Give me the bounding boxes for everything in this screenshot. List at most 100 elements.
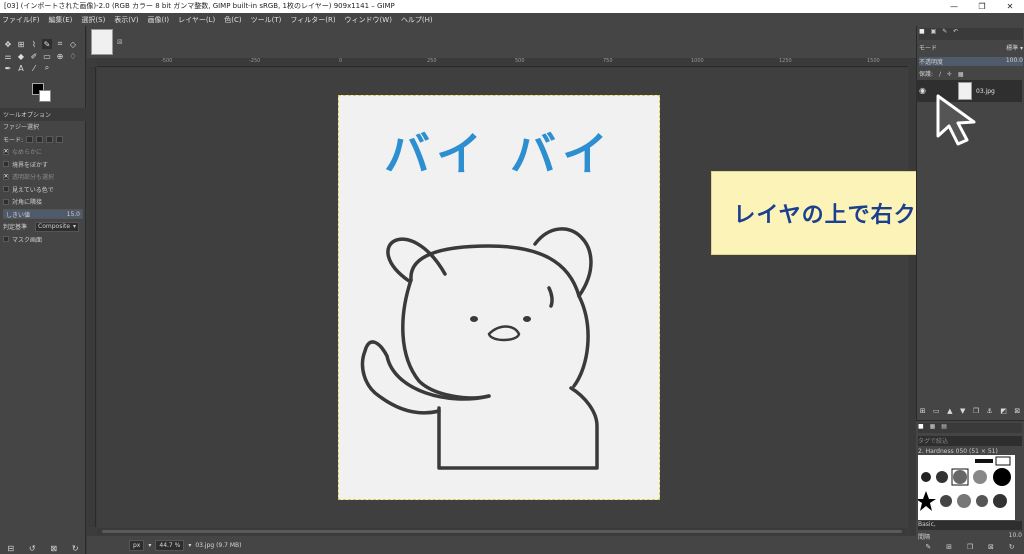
edit-brush-icon[interactable]: ✎ [925,543,931,551]
mode-subtract-icon[interactable] [46,135,54,143]
brush-grid[interactable] [916,455,1015,520]
menu-colors[interactable]: 色(C) [224,15,241,25]
menu-help[interactable]: ヘルプ(H) [401,15,433,25]
menu-filters[interactable]: フィルター(R) [290,15,335,25]
fonts-tab-icon[interactable]: ▤ [941,423,947,430]
new-brush-icon[interactable]: ⊞ [946,543,952,551]
bucket-fill-icon[interactable]: ◆ [16,51,26,61]
menu-layer[interactable]: レイヤー(L) [178,15,215,25]
chevron-down-icon[interactable]: ▾ [148,542,151,549]
brush-preset-select[interactable]: Basic, [918,521,1022,530]
paths-tab-icon[interactable]: ✎ [942,28,947,35]
minimize-button[interactable]: — [940,0,968,13]
delete-layer-icon[interactable]: ⊠ [1014,407,1020,415]
option-feather[interactable]: 境界をぼかす [0,158,86,171]
mask-layer-icon[interactable]: ◩ [1000,407,1007,415]
layers-tab-icon[interactable]: ■ [919,28,925,35]
close-tab-icon[interactable]: ⊠ [117,38,123,46]
restore-options-icon[interactable]: ↺ [29,544,36,553]
sample-merged-checkbox[interactable] [3,186,9,193]
antialias-checkbox[interactable]: ✕ [3,148,9,155]
transparent-checkbox[interactable]: ✕ [3,173,9,180]
brushes-tab-icon[interactable]: ■ [918,423,924,430]
refresh-brushes-icon[interactable]: ↻ [1009,543,1015,551]
image-canvas[interactable]: バイ バイ [338,95,660,500]
image-tab-thumbnail[interactable] [91,29,113,55]
close-button[interactable]: ✕ [996,0,1024,13]
mode-intersect-icon[interactable] [56,135,64,143]
brush-filter-input[interactable]: タグで絞込 [918,436,1022,446]
criterion-select[interactable]: Composite ▾ [35,221,80,232]
option-antialias[interactable]: ✕ なめらかに [0,146,86,159]
background-color-swatch[interactable] [39,90,51,102]
tool-options-title: ツールオプション [3,111,52,119]
mask-checkbox[interactable] [3,236,9,243]
lock-pixels-icon[interactable]: ∕ [939,71,941,78]
new-group-icon[interactable]: ▭ [933,407,940,415]
unified-transform-icon[interactable]: ◇ [68,39,78,49]
diagonal-checkbox[interactable] [3,198,9,205]
undo-tab-icon[interactable]: ↶ [953,28,958,35]
horizontal-ruler[interactable]: -500 -250 0 250 500 750 1000 1250 1500 [97,58,908,67]
unit-select[interactable]: px [129,539,145,551]
warp-tool-icon[interactable]: ⚌ [3,51,13,61]
reset-options-icon[interactable]: ↻ [72,544,79,553]
delete-brush-icon[interactable]: ⊠ [988,543,994,551]
ruler-label: -250 [249,58,261,64]
option-diagonal[interactable]: 対角に隣接 [0,196,86,209]
duplicate-brush-icon[interactable]: ❐ [967,543,973,551]
new-layer-icon[interactable]: ⊞ [920,407,926,415]
vertical-ruler[interactable] [87,67,96,527]
patterns-tab-icon[interactable]: ▦ [930,423,936,430]
eraser-icon[interactable]: ▭ [42,51,52,61]
save-options-icon[interactable]: ⊟ [7,544,14,553]
menu-view[interactable]: 表示(V) [114,15,138,25]
option-transparent[interactable]: ✕ 透明部分も選択 [0,171,86,184]
option-sample-merged[interactable]: 見えている色で [0,183,86,196]
opacity-value: 100.0 [1005,57,1023,64]
fuzzy-select-tool-icon[interactable]: ✎ [42,39,52,49]
file-info: 03.jpg (9.7 MB) [195,541,242,549]
align-tool-icon[interactable]: ⊞ [16,39,26,49]
crop-tool-icon[interactable]: ⌗ [55,39,65,49]
visibility-eye-icon[interactable]: ◉ [919,86,926,95]
lock-alpha-icon[interactable]: ▦ [958,71,964,78]
zoom-select[interactable]: 44.7 % [155,539,185,551]
menu-tools[interactable]: ツール(T) [251,15,282,25]
channels-tab-icon[interactable]: ▣ [931,28,937,35]
zoom-tool-icon[interactable]: ⌕ [42,63,52,73]
lower-layer-icon[interactable]: ▼ [960,407,965,415]
brush-spacing-row[interactable]: 間隔 10.0 [918,532,1022,541]
chevron-down-icon[interactable]: ▾ [188,542,191,549]
menu-edit[interactable]: 編集(E) [49,15,73,25]
duplicate-layer-icon[interactable]: ❐ [973,407,979,415]
delete-options-icon[interactable]: ⊠ [50,544,57,553]
tool-options-tab[interactable]: ツールオプション [0,108,86,121]
option-mask[interactable]: マスク画面 [0,233,86,246]
mode-add-icon[interactable] [36,135,44,143]
paintbrush-icon[interactable]: ✐ [29,51,39,61]
opacity-slider[interactable]: 不透明度 100.0 [919,57,1023,66]
smudge-tool-icon[interactable]: ♢ [68,51,78,61]
maximize-button[interactable]: ❐ [968,0,996,13]
scrollbar-thumb[interactable] [102,530,902,533]
menu-select[interactable]: 選択(S) [81,15,105,25]
color-picker-icon[interactable]: ⁄ [29,63,39,73]
text-tool-icon[interactable]: A [16,63,26,73]
menu-windows[interactable]: ウィンドウ(W) [345,15,392,25]
feather-checkbox[interactable] [3,161,9,168]
lasso-tool-icon[interactable]: ⌇ [29,39,39,49]
threshold-slider[interactable]: しきい値 15.0 [3,209,83,220]
move-tool-icon[interactable]: ✥ [3,39,13,49]
path-tool-icon[interactable]: ✒ [3,63,13,73]
clone-tool-icon[interactable]: ⊕ [55,51,65,61]
menu-image[interactable]: 画像(I) [148,15,170,25]
vertical-scrollbar[interactable] [909,58,916,535]
menu-file[interactable]: ファイル(F) [2,15,40,25]
lock-position-icon[interactable]: ✛ [947,71,952,78]
layer-mode-select[interactable]: 標準 ▾ [1006,43,1023,52]
anchor-layer-icon[interactable]: ⚓ [987,407,993,415]
mode-replace-icon[interactable] [26,135,34,143]
raise-layer-icon[interactable]: ▲ [947,407,952,415]
horizontal-scrollbar[interactable] [97,528,908,535]
